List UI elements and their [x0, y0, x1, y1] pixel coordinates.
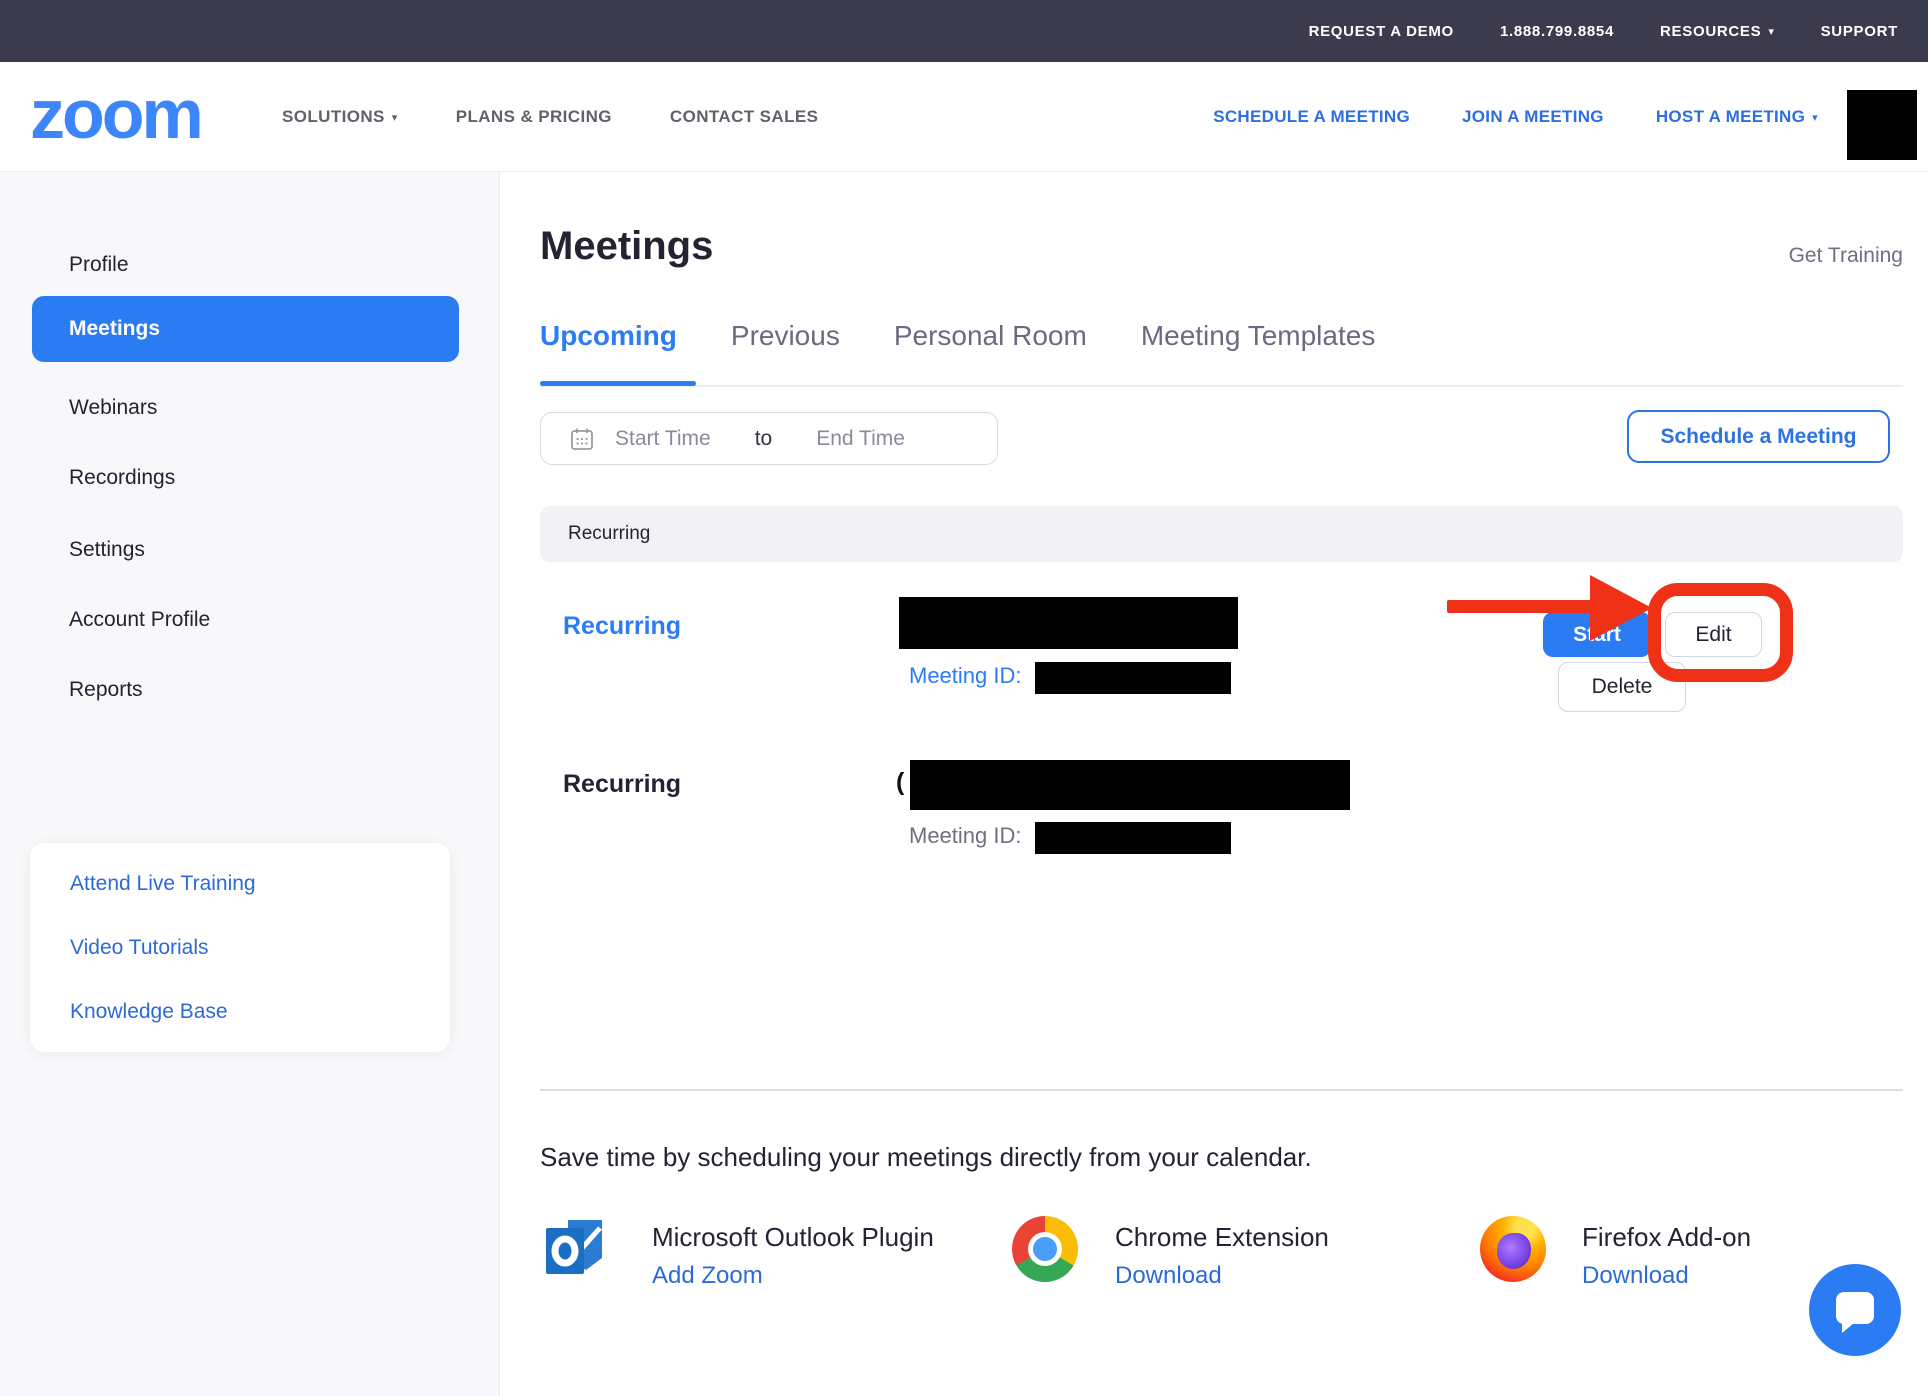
- chrome-download-link[interactable]: Download: [1115, 1262, 1222, 1290]
- sidebar: Profile Meetings Webinars Recordings Set…: [0, 172, 500, 1396]
- date-range-filter[interactable]: Start Time to End Time: [540, 412, 998, 465]
- nav-solutions[interactable]: SOLUTIONS ▾: [282, 107, 398, 127]
- video-tutorials-link[interactable]: Video Tutorials: [70, 936, 410, 960]
- chrome-extension-title: Chrome Extension: [1115, 1222, 1329, 1253]
- end-time-placeholder: End Time: [816, 427, 905, 451]
- get-training-link[interactable]: Get Training: [1789, 244, 1903, 268]
- date-range-separator: to: [755, 427, 773, 451]
- tab-upcoming[interactable]: Upcoming: [540, 320, 677, 352]
- phone-number-link[interactable]: 1.888.799.8854: [1500, 23, 1614, 40]
- calendar-icon: [569, 426, 595, 452]
- schedule-a-meeting-link[interactable]: SCHEDULE A MEETING: [1213, 107, 1410, 127]
- support-link[interactable]: SUPPORT: [1821, 23, 1898, 40]
- chevron-down-icon: ▾: [1812, 111, 1818, 124]
- nav-contact-sales[interactable]: CONTACT SALES: [670, 107, 818, 127]
- knowledge-base-link[interactable]: Knowledge Base: [70, 1000, 410, 1024]
- nav-plans-pricing[interactable]: PLANS & PRICING: [456, 107, 612, 127]
- outlook-plugin-title: Microsoft Outlook Plugin: [652, 1222, 934, 1253]
- sidebar-item-account-profile[interactable]: Account Profile: [69, 605, 210, 635]
- edit-button[interactable]: Edit: [1665, 612, 1762, 657]
- sidebar-item-reports[interactable]: Reports: [69, 675, 143, 705]
- page-title: Meetings: [540, 224, 713, 269]
- chat-bubble-icon: [1836, 1292, 1874, 1324]
- meetings-tabs: Upcoming Previous Personal Room Meeting …: [540, 320, 1375, 352]
- primary-nav: SOLUTIONS ▾ PLANS & PRICING CONTACT SALES: [282, 62, 818, 171]
- firefox-icon: [1480, 1216, 1546, 1282]
- chat-widget-button[interactable]: [1809, 1264, 1901, 1356]
- sidebar-item-settings[interactable]: Settings: [69, 535, 145, 565]
- meeting-row-1-meeting-id-redacted: [1035, 662, 1231, 694]
- zoom-web-portal: REQUEST A DEMO 1.888.799.8854 RESOURCES ▾…: [0, 0, 1928, 1396]
- outlook-icon: [546, 1216, 604, 1278]
- chevron-down-icon: ▾: [1768, 25, 1774, 38]
- sidebar-item-profile[interactable]: Profile: [69, 250, 129, 280]
- main-header: zoom SOLUTIONS ▾ PLANS & PRICING CONTACT …: [0, 62, 1928, 172]
- meeting-row-2-recurring-label[interactable]: Recurring: [563, 770, 681, 799]
- attend-live-training-link[interactable]: Attend Live Training: [70, 872, 410, 896]
- host-a-meeting-menu[interactable]: HOST A MEETING ▾: [1656, 107, 1818, 127]
- tab-personal-room[interactable]: Personal Room: [894, 320, 1087, 352]
- sidebar-item-meetings-active[interactable]: Meetings: [32, 296, 459, 362]
- add-zoom-link[interactable]: Add Zoom: [652, 1262, 763, 1290]
- meeting-row-2-meeting-id-label: Meeting ID:: [909, 823, 1022, 849]
- tab-meeting-templates[interactable]: Meeting Templates: [1141, 320, 1376, 352]
- meeting-row-2-meeting-id-redacted: [1035, 822, 1231, 854]
- user-avatar-redacted[interactable]: [1847, 90, 1917, 160]
- firefox-addon-title: Firefox Add-on: [1582, 1222, 1751, 1253]
- zoom-logo[interactable]: zoom: [30, 79, 201, 149]
- top-utility-bar: REQUEST A DEMO 1.888.799.8854 RESOURCES ▾…: [0, 0, 1928, 62]
- calendar-plugins-headline: Save time by scheduling your meetings di…: [540, 1142, 1312, 1173]
- tab-previous[interactable]: Previous: [731, 320, 840, 352]
- schedule-a-meeting-button[interactable]: Schedule a Meeting: [1627, 410, 1890, 463]
- request-a-demo-link[interactable]: REQUEST A DEMO: [1309, 23, 1454, 40]
- join-a-meeting-link[interactable]: JOIN A MEETING: [1462, 107, 1604, 127]
- chevron-down-icon: ▾: [392, 111, 398, 124]
- meeting-row-1-meeting-id-label: Meeting ID:: [909, 663, 1022, 689]
- delete-button[interactable]: Delete: [1558, 662, 1686, 712]
- meeting-row-2-topic-fragment: (: [896, 768, 904, 797]
- meeting-row-1-topic-redacted: [899, 597, 1238, 649]
- active-tab-underline: [540, 381, 696, 386]
- sidebar-item-recordings[interactable]: Recordings: [69, 463, 175, 493]
- chrome-icon: [1012, 1216, 1078, 1282]
- sidebar-item-webinars[interactable]: Webinars: [69, 393, 157, 423]
- main-content: Meetings Get Training Upcoming Previous …: [500, 172, 1928, 1396]
- tabs-divider: [540, 385, 1903, 387]
- resources-label: RESOURCES: [1660, 23, 1761, 40]
- firefox-download-link[interactable]: Download: [1582, 1262, 1689, 1290]
- recurring-section-label: Recurring: [568, 523, 650, 545]
- meeting-row-1-recurring-link[interactable]: Recurring: [563, 612, 681, 641]
- recurring-section-header: Recurring: [540, 506, 1903, 562]
- solutions-label: SOLUTIONS: [282, 107, 385, 126]
- meeting-actions-nav: SCHEDULE A MEETING JOIN A MEETING HOST A…: [1213, 62, 1818, 171]
- start-button[interactable]: Start: [1543, 612, 1651, 657]
- content-divider: [540, 1089, 1903, 1091]
- meeting-row-2-topic-redacted: [910, 760, 1350, 810]
- resources-menu[interactable]: RESOURCES ▾: [1660, 23, 1775, 40]
- training-links-card: Attend Live Training Video Tutorials Kno…: [30, 843, 450, 1052]
- start-time-placeholder: Start Time: [615, 427, 711, 451]
- host-a-meeting-label: HOST A MEETING: [1656, 107, 1805, 126]
- sidebar-item-meetings-label: Meetings: [69, 317, 160, 341]
